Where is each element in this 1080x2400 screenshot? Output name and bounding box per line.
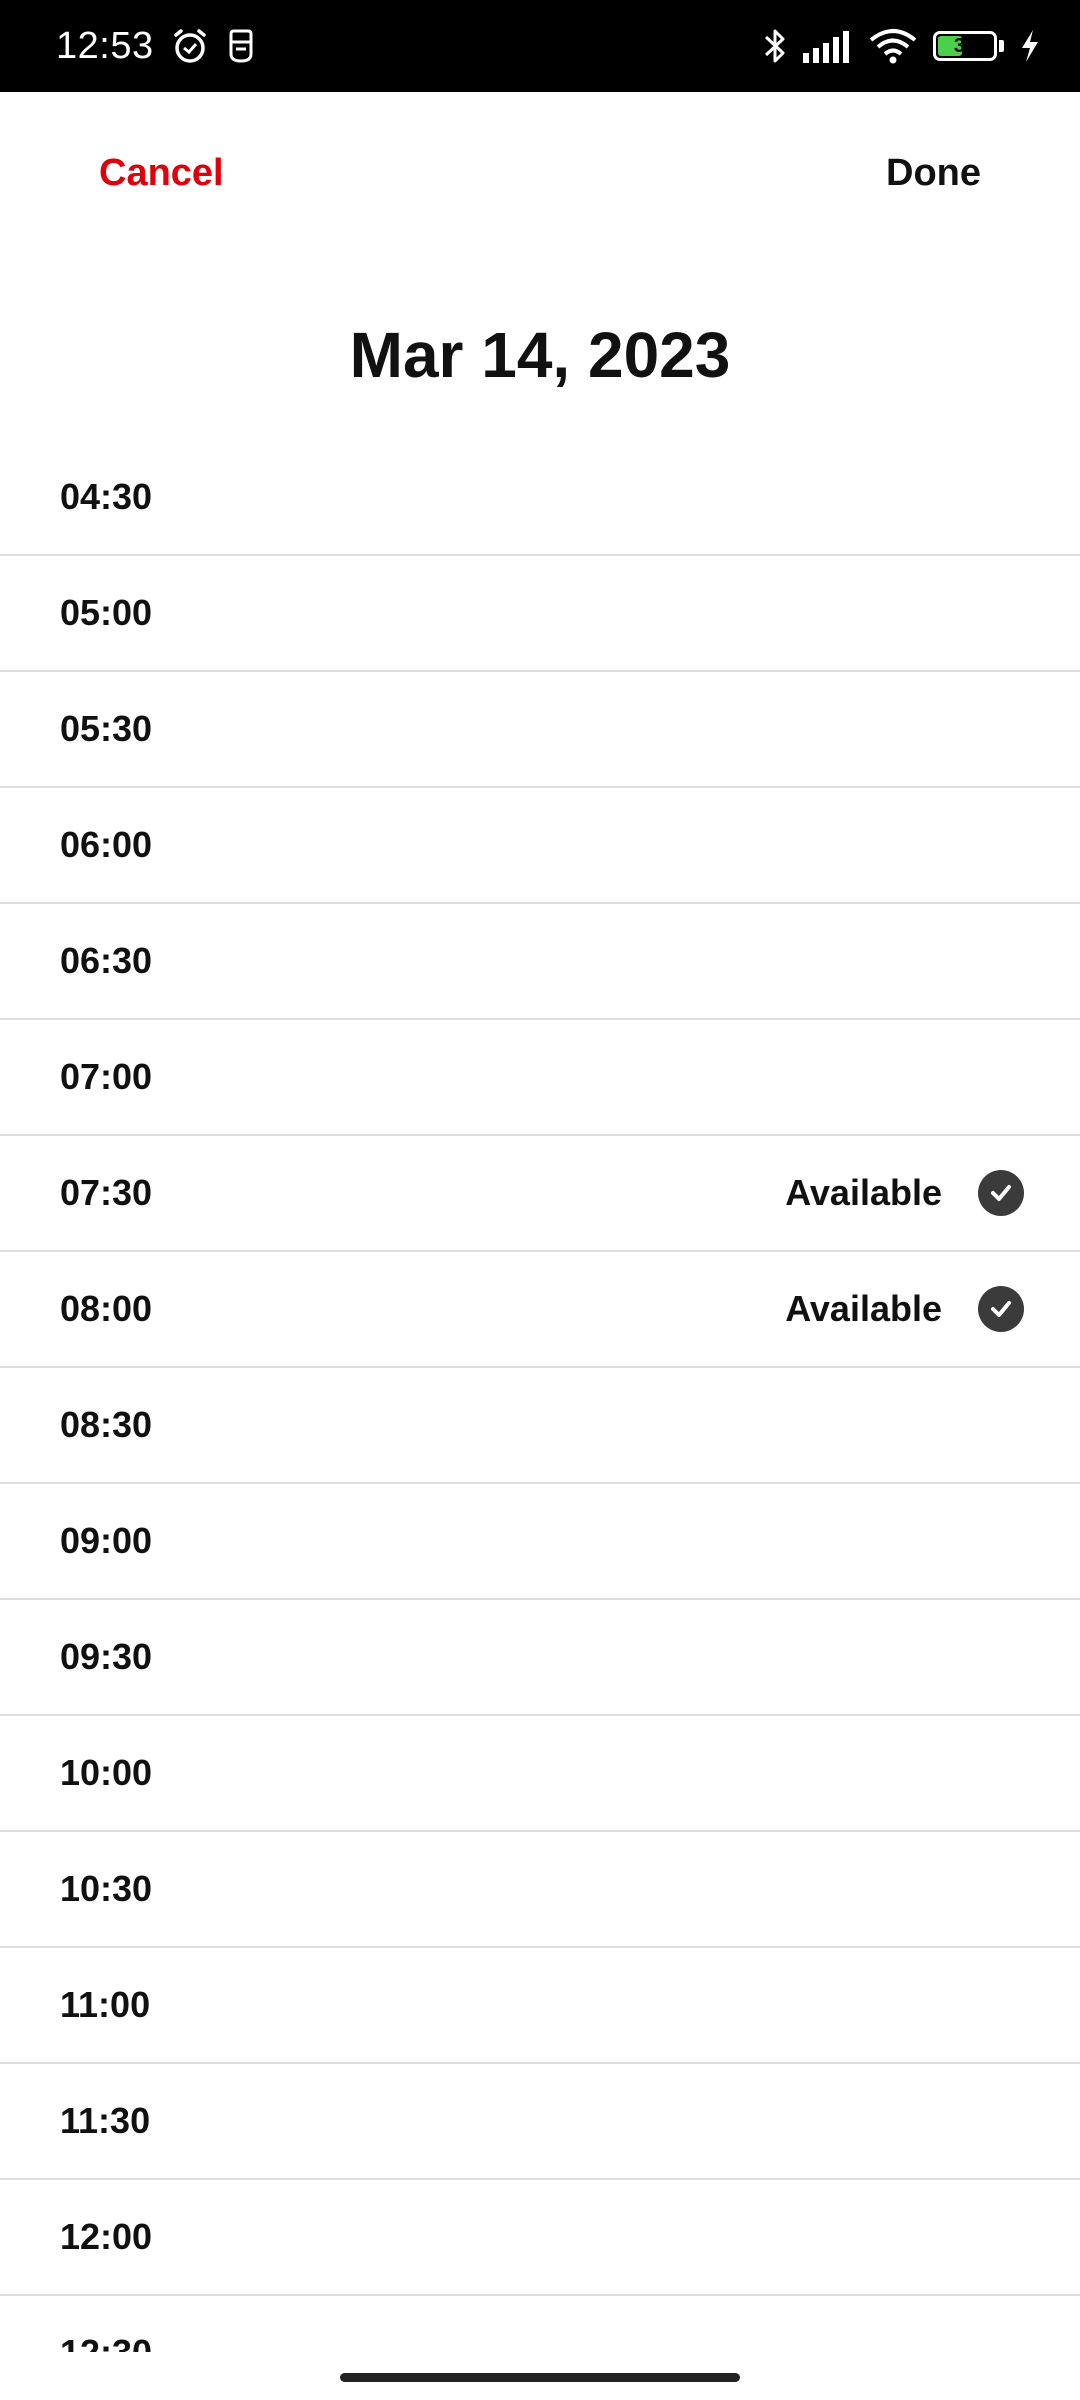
battery-level: 39 (953, 35, 977, 57)
availability-status: Available (785, 1136, 1024, 1250)
availability-label: Available (785, 1172, 942, 1213)
availability-label: Available (785, 1288, 942, 1329)
status-bar: 12:53 39 (0, 0, 1080, 92)
time-slot-row[interactable]: 11:00 (0, 1948, 1080, 2064)
check-circle-icon (978, 1170, 1024, 1216)
time-slot-label: 10:30 (60, 1868, 153, 1909)
time-slot-row[interactable]: 09:00 (0, 1484, 1080, 1600)
status-bar-left: 12:53 (56, 25, 256, 68)
done-button[interactable]: Done (886, 152, 981, 195)
time-slot-label: 09:30 (60, 1636, 153, 1677)
time-slot-row[interactable]: 06:30 (0, 904, 1080, 1020)
time-slot-row[interactable]: 10:30 (0, 1832, 1080, 1948)
alarm-icon (170, 26, 210, 66)
time-slot-label: 07:00 (60, 1056, 153, 1097)
time-slot-label: 10:00 (60, 1752, 153, 1793)
battery-cap (999, 40, 1004, 52)
time-slot-label: 11:00 (60, 1984, 151, 2025)
time-slot-row[interactable]: 04:30 (0, 440, 1080, 556)
time-slot-row[interactable]: 08:00 Available (0, 1252, 1080, 1368)
time-slot-label: 07:30 (60, 1172, 153, 1213)
time-slot-row[interactable]: 06:00 (0, 788, 1080, 904)
battery-icon: 39 (933, 31, 997, 61)
time-slot-label: 06:30 (60, 940, 153, 981)
time-slot-label: 05:00 (60, 592, 153, 633)
time-slot-label: 12:00 (60, 2216, 153, 2257)
time-slot-row[interactable]: 08:30 (0, 1368, 1080, 1484)
time-slot-row[interactable]: 10:00 (0, 1716, 1080, 1832)
time-slot-row[interactable]: 11:30 (0, 2064, 1080, 2180)
cancel-button[interactable]: Cancel (99, 152, 224, 195)
bluetooth-icon (763, 26, 787, 66)
date-title: Mar 14, 2023 (349, 319, 731, 391)
time-slot-row[interactable]: 07:30 Available (0, 1136, 1080, 1252)
picker-header: Cancel Done (0, 92, 1080, 268)
time-slot-row[interactable]: 05:30 (0, 672, 1080, 788)
time-slot-label: 11:30 (60, 2100, 151, 2141)
signal-icon (803, 29, 853, 63)
check-circle-icon (978, 1286, 1024, 1332)
time-slot-list[interactable]: 04:30 05:00 05:30 06:00 06:30 07:00 07:30 Avail… (0, 440, 1080, 2352)
time-slot-label: 04:30 (60, 476, 153, 517)
time-slot-label: 12:30 (60, 2332, 152, 2352)
notification-app-icon (226, 28, 256, 64)
time-slot-row[interactable]: 05:00 (0, 556, 1080, 672)
time-slot-row[interactable]: 12:30 (0, 2296, 1080, 2352)
time-slot-label: 08:30 (60, 1404, 153, 1445)
time-slot-label: 05:30 (60, 708, 153, 749)
time-slot-label: 06:00 (60, 824, 153, 865)
availability-status: Available (785, 1252, 1024, 1366)
status-bar-right: 39 (763, 26, 1040, 66)
wifi-icon (869, 28, 917, 64)
charging-icon (1020, 29, 1040, 63)
time-slot-row[interactable]: 12:00 (0, 2180, 1080, 2296)
home-indicator[interactable] (340, 2373, 740, 2382)
time-slot-row[interactable]: 07:00 (0, 1020, 1080, 1136)
time-slot-label: 08:00 (60, 1288, 153, 1329)
time-slot-label: 09:00 (60, 1520, 153, 1561)
time-slot-row[interactable]: 09:30 (0, 1600, 1080, 1716)
status-time: 12:53 (56, 24, 154, 67)
